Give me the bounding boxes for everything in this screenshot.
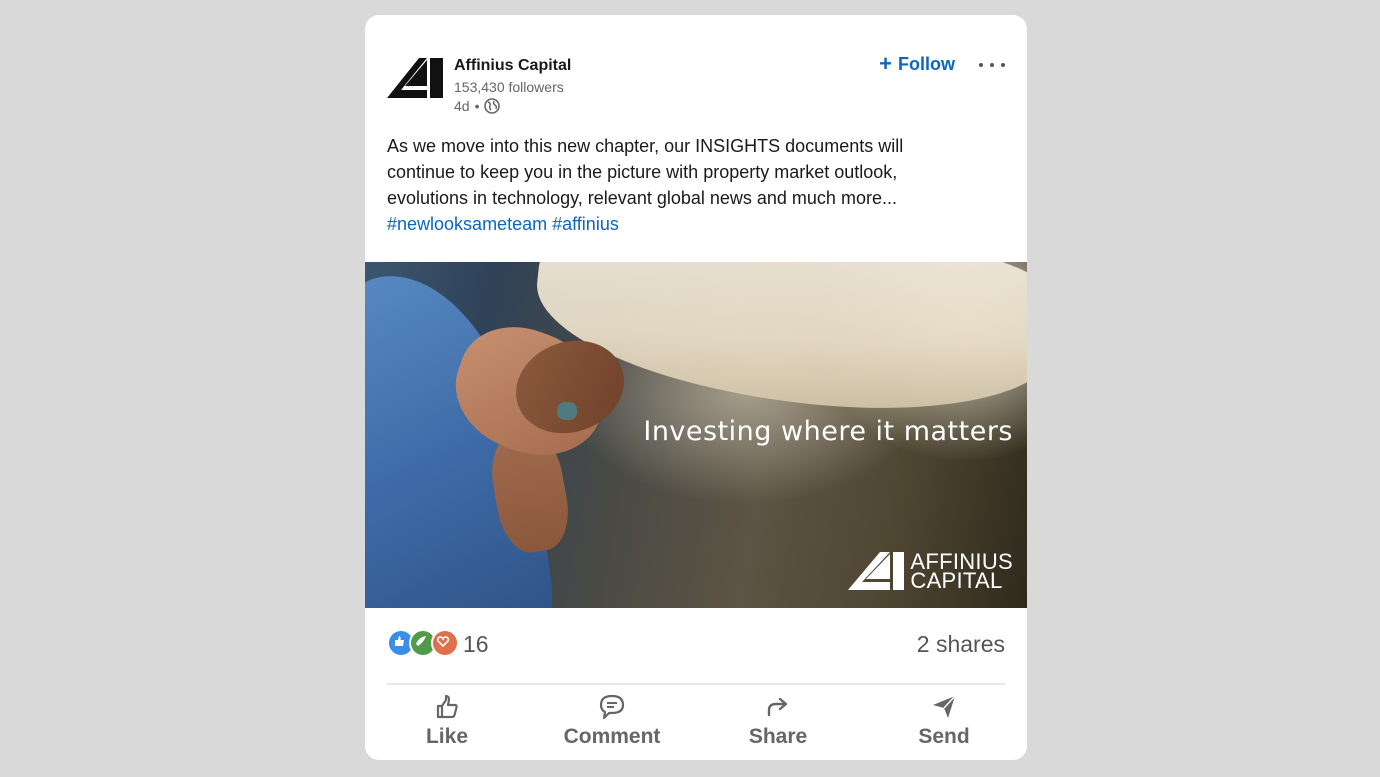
comment-icon (599, 694, 625, 720)
image-brand-logo: AFFINIUS CAPITAL (848, 551, 1013, 593)
love-reaction-icon (431, 629, 459, 657)
post-meta: 4d • (454, 98, 501, 114)
comment-button[interactable]: Comment (552, 693, 672, 753)
follower-count: 153,430 followers (454, 79, 564, 95)
more-options-icon[interactable] (979, 55, 1005, 75)
brand-mark-icon (848, 552, 905, 590)
post-card: Affinius Capital 153,430 followers 4d • … (365, 15, 1027, 760)
post-body: As we move into this new chapter, our IN… (387, 133, 947, 237)
send-label: Send (918, 725, 970, 748)
post-text: As we move into this new chapter, our IN… (387, 136, 904, 208)
share-button[interactable]: Share (718, 693, 838, 753)
meta-separator: • (474, 98, 480, 114)
reaction-count[interactable]: 16 (463, 631, 489, 658)
like-button[interactable]: Like (387, 693, 507, 753)
hashtags: #newlooksameteam #affinius (387, 214, 619, 234)
reaction-icons[interactable] (387, 629, 459, 657)
plus-icon: + (879, 51, 892, 76)
image-nail (557, 402, 577, 420)
globe-icon (484, 98, 501, 114)
hashtag-link[interactable]: #newlooksameteam (387, 214, 547, 234)
send-icon (933, 695, 956, 718)
share-label: Share (748, 725, 808, 748)
image-tagline: Investing where it matters (643, 416, 1013, 447)
follow-button[interactable]: + Follow (879, 53, 955, 75)
comment-label: Comment (563, 725, 661, 748)
thumbs-up-icon (436, 694, 458, 719)
post-age: 4d (454, 98, 470, 114)
share-count[interactable]: 2 shares (917, 631, 1005, 658)
brand-text: AFFINIUS CAPITAL (910, 551, 1013, 593)
follow-label: Follow (898, 53, 955, 74)
hashtag-link[interactable]: #affinius (552, 214, 619, 234)
send-button[interactable]: Send (884, 693, 1004, 753)
post-image[interactable]: Investing where it matters AFFINIUS CAPI… (365, 262, 1027, 608)
post-header: Affinius Capital 153,430 followers 4d • … (387, 53, 1005, 117)
like-label: Like (425, 725, 469, 748)
share-arrow-icon (767, 697, 788, 717)
divider (387, 683, 1005, 685)
company-logo[interactable] (387, 58, 443, 98)
author-name[interactable]: Affinius Capital (454, 57, 571, 75)
brand-line-2: CAPITAL (910, 568, 1003, 593)
social-counts: 16 2 shares (387, 627, 1005, 661)
action-bar: Like Comment Share Send (365, 693, 1027, 753)
